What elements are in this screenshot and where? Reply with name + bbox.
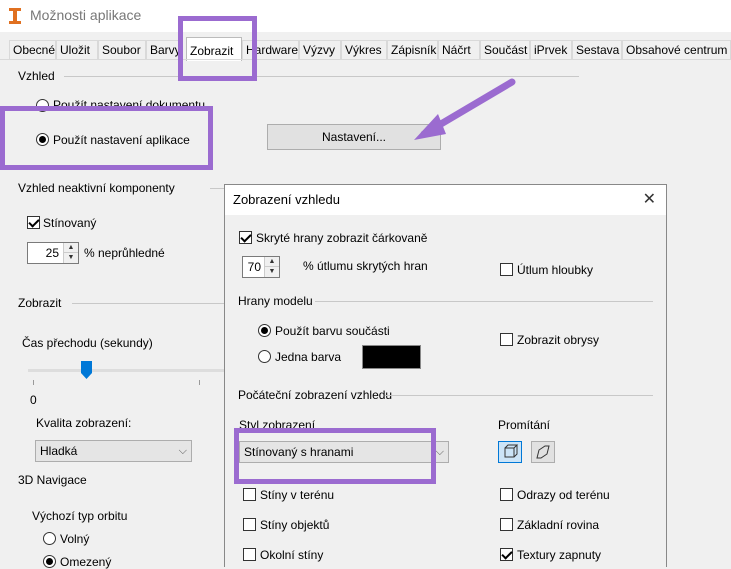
orthographic-icon bbox=[536, 445, 550, 459]
tab-vykres[interactable]: Výkres bbox=[341, 40, 387, 60]
radio-edge-part-color[interactable] bbox=[258, 324, 271, 337]
tab-barvy[interactable]: Barvy bbox=[146, 40, 180, 60]
edge-color-swatch[interactable] bbox=[362, 345, 421, 369]
dialog-title: Zobrazení vzhledu bbox=[233, 192, 340, 207]
depth-dimming-checkbox[interactable] bbox=[500, 263, 513, 276]
ground-plane-label: Základní rovina bbox=[517, 518, 600, 532]
initial-heading: Počáteční zobrazení vzhledu bbox=[238, 388, 393, 402]
projection-label: Promítání bbox=[498, 418, 551, 432]
transition-label: Čas přechodu (sekundy) bbox=[22, 336, 153, 350]
shaded-label: Stínovaný bbox=[43, 216, 97, 230]
silhouettes-checkbox[interactable] bbox=[500, 333, 513, 346]
ambient-shadows-label: Okolní stíny bbox=[260, 548, 324, 562]
dimming-value: 70 bbox=[247, 260, 261, 274]
orbit-free-label: Volný bbox=[60, 532, 90, 546]
inactive-heading: Vzhled neaktivní komponenty bbox=[18, 181, 175, 195]
edge-part-color-label: Použít barvu součásti bbox=[275, 324, 390, 338]
tab-strip: Obecné Uložit Soubor Barvy Zobrazit Hard… bbox=[0, 37, 731, 61]
vzhled-heading: Vzhled bbox=[18, 69, 55, 83]
quality-value: Hladká bbox=[40, 444, 78, 458]
tab-soubor[interactable]: Soubor bbox=[98, 40, 146, 60]
perspective-cube-icon bbox=[504, 444, 519, 458]
ground-plane-checkbox[interactable] bbox=[500, 518, 513, 531]
quality-label: Kvalita zobrazení: bbox=[36, 416, 132, 430]
orbit-label: Výchozí typ orbitu bbox=[32, 509, 128, 523]
orthographic-button[interactable] bbox=[531, 441, 555, 463]
window-titlebar: Možnosti aplikace bbox=[0, 0, 731, 32]
display-divider bbox=[72, 303, 224, 304]
radio-orbit-constrained[interactable] bbox=[43, 555, 56, 568]
initial-divider bbox=[385, 395, 653, 396]
radio-edge-one-color[interactable] bbox=[258, 350, 271, 363]
textures-label: Textury zapnuty bbox=[517, 548, 602, 562]
object-shadows-label: Stíny objektů bbox=[260, 518, 330, 532]
ground-shadows-label: Stíny v terénu bbox=[260, 488, 335, 502]
edges-heading: Hrany modelu bbox=[238, 294, 313, 308]
opacity-value: 25 bbox=[45, 246, 59, 260]
chevron-down-icon: ⌵ bbox=[178, 445, 187, 457]
tab-divider bbox=[0, 59, 731, 60]
transition-slider-track[interactable] bbox=[28, 369, 224, 372]
ground-reflections-checkbox[interactable] bbox=[500, 488, 513, 501]
nav3d-heading: 3D Navigace bbox=[18, 473, 87, 487]
tab-zapisnik[interactable]: Zápisník bbox=[387, 40, 438, 60]
slider-tick bbox=[33, 380, 34, 385]
app-icon bbox=[9, 8, 21, 24]
tab-obecne[interactable]: Obecné bbox=[9, 40, 56, 60]
edge-one-color-label: Jedna barva bbox=[275, 350, 342, 364]
silhouettes-label: Zobrazit obrysy bbox=[517, 333, 600, 347]
hidden-edges-checkbox[interactable] bbox=[239, 231, 252, 244]
annotation-box-style bbox=[234, 428, 436, 484]
depth-dimming-label: Útlum hloubky bbox=[517, 263, 594, 277]
tab-obsahove-centrum[interactable]: Obsahové centrum bbox=[622, 40, 731, 60]
close-icon[interactable]: ✕ bbox=[643, 189, 656, 209]
tab-soucast[interactable]: Součást bbox=[480, 40, 530, 60]
ambient-shadows-checkbox[interactable] bbox=[243, 548, 256, 561]
shaded-checkbox[interactable] bbox=[27, 216, 40, 229]
spin-down-icon[interactable]: ▼ bbox=[265, 267, 279, 277]
tab-iprvek[interactable]: iPrvek bbox=[530, 40, 572, 60]
tab-nacrt[interactable]: Náčrt bbox=[438, 40, 480, 60]
spin-down-icon[interactable]: ▼ bbox=[64, 253, 78, 263]
quality-select[interactable]: Hladká ⌵ bbox=[35, 440, 192, 462]
inactive-divider bbox=[210, 188, 224, 189]
slider-tick bbox=[199, 380, 200, 385]
dimming-label: % útlumu skrytých hran bbox=[303, 259, 428, 273]
edges-divider bbox=[315, 301, 653, 302]
radio-orbit-free[interactable] bbox=[43, 532, 56, 545]
spin-up-icon[interactable]: ▲ bbox=[265, 257, 279, 267]
object-shadows-checkbox[interactable] bbox=[243, 518, 256, 531]
display-heading: Zobrazit bbox=[18, 296, 62, 310]
dialog-titlebar: Zobrazení vzhledu ✕ bbox=[225, 185, 666, 215]
opacity-label: % neprůhledné bbox=[84, 246, 165, 260]
chevron-down-icon: ⌵ bbox=[435, 446, 444, 458]
ground-shadows-checkbox[interactable] bbox=[243, 488, 256, 501]
dimming-spinner[interactable]: 70 ▲ ▼ bbox=[242, 256, 280, 278]
appearance-dialog: Zobrazení vzhledu ✕ Skryté hrany zobrazi… bbox=[224, 184, 667, 567]
window-title: Možnosti aplikace bbox=[30, 7, 142, 23]
tab-sestava[interactable]: Sestava bbox=[572, 40, 622, 60]
spin-up-icon[interactable]: ▲ bbox=[64, 243, 78, 253]
perspective-button[interactable] bbox=[498, 441, 522, 463]
hidden-edges-label: Skryté hrany zobrazit čárkovaně bbox=[256, 231, 428, 245]
annotation-arrow bbox=[414, 78, 516, 140]
textures-checkbox[interactable] bbox=[500, 548, 513, 561]
transition-slider-thumb[interactable] bbox=[81, 361, 93, 379]
annotation-box-app-settings bbox=[0, 106, 213, 170]
opacity-spinner[interactable]: 25 ▲ ▼ bbox=[27, 242, 79, 264]
annotation-box-tab bbox=[178, 16, 257, 81]
tab-vyzvy[interactable]: Výzvy bbox=[299, 40, 341, 60]
tab-ulozit[interactable]: Uložit bbox=[56, 40, 98, 60]
ground-reflections-label: Odrazy od terénu bbox=[517, 488, 610, 502]
slider-min-label: 0 bbox=[30, 393, 37, 407]
